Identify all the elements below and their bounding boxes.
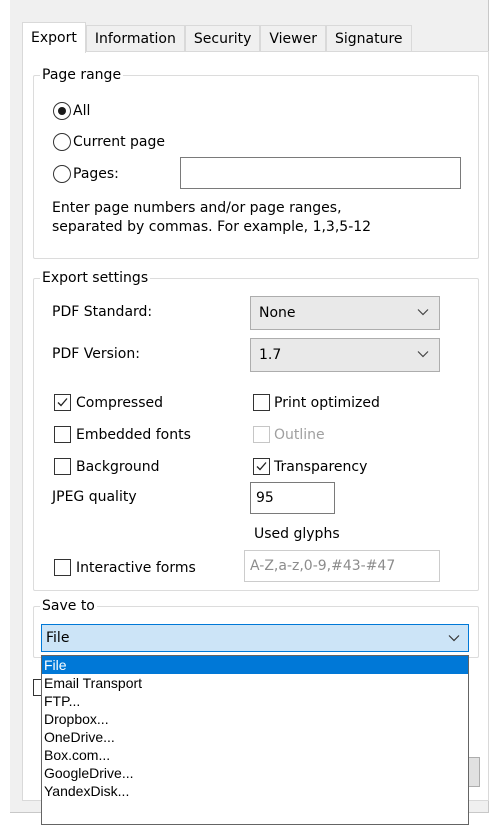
page-range-hint-line1: Enter page numbers and/or page ranges, (52, 200, 342, 216)
dropdown-option-dropbox[interactable]: Dropbox... (42, 710, 468, 728)
pdf-standard-select[interactable]: None (250, 296, 440, 330)
export-settings-legend: Export settings (40, 269, 151, 287)
save-to-legend: Save to (40, 597, 97, 615)
pages-input[interactable] (180, 157, 461, 189)
page-range-legend: Page range (40, 66, 124, 84)
interactive-forms-label[interactable]: Interactive forms (76, 559, 196, 577)
dropdown-option-email-transport[interactable]: Email Transport (42, 674, 468, 692)
compressed-label[interactable]: Compressed (76, 394, 163, 412)
background-label[interactable]: Background (76, 458, 160, 476)
checkmark-icon (256, 462, 267, 471)
transparency-checkbox[interactable] (253, 458, 270, 475)
save-to-value: File (46, 630, 70, 646)
jpeg-quality-label: JPEG quality (52, 489, 137, 505)
save-to-dropdown-list: File Email Transport FTP... Dropbox... O… (41, 655, 469, 825)
tab-export[interactable]: Export (22, 22, 86, 53)
chevron-down-icon (417, 309, 429, 316)
pdf-version-label: PDF Version: (52, 346, 140, 362)
pdf-standard-value: None (259, 305, 296, 321)
save-to-select[interactable]: File (41, 624, 469, 652)
dropdown-option-yandexdisk[interactable]: YandexDisk... (42, 782, 468, 800)
radio-pages[interactable] (53, 165, 71, 183)
chevron-down-icon (448, 635, 460, 642)
radio-current-page[interactable] (53, 133, 71, 151)
transparency-label[interactable]: Transparency (274, 458, 367, 476)
checkmark-icon (57, 398, 68, 407)
radio-all[interactable] (53, 102, 71, 120)
tab-viewer[interactable]: Viewer (260, 25, 326, 52)
chevron-down-icon (417, 351, 429, 358)
tab-security[interactable]: Security (184, 25, 261, 52)
dropdown-option-file[interactable]: File (42, 656, 468, 674)
dropdown-option-onedrive[interactable]: OneDrive... (42, 728, 468, 746)
print-optimized-label[interactable]: Print optimized (274, 394, 380, 412)
outline-checkbox (253, 426, 270, 443)
embedded-fonts-label[interactable]: Embedded fonts (76, 426, 191, 444)
page-range-hint-line2: separated by commas. For example, 1,3,5-… (52, 219, 372, 235)
compressed-checkbox[interactable] (54, 394, 71, 411)
tab-signature[interactable]: Signature (325, 25, 412, 52)
radio-current-page-label[interactable]: Current page (73, 133, 165, 151)
used-glyphs-input: A-Z,a-z,0-9,#43-#47 (244, 550, 440, 582)
outline-label: Outline (274, 427, 325, 443)
radio-all-label[interactable]: All (73, 102, 90, 120)
radio-pages-label[interactable]: Pages: (73, 165, 119, 183)
dropdown-option-ftp[interactable]: FTP... (42, 692, 468, 710)
jpeg-quality-input[interactable]: 95 (250, 482, 335, 514)
pdf-version-select[interactable]: 1.7 (250, 338, 440, 372)
print-optimized-checkbox[interactable] (253, 394, 270, 411)
radio-selected-dot (58, 107, 66, 115)
pdf-standard-label: PDF Standard: (52, 304, 153, 320)
embedded-fonts-checkbox[interactable] (54, 426, 71, 443)
used-glyphs-label: Used glyphs (254, 526, 340, 542)
pdf-version-value: 1.7 (259, 347, 282, 363)
background-checkbox[interactable] (54, 458, 71, 475)
dropdown-option-googledrive[interactable]: GoogleDrive... (42, 764, 468, 782)
interactive-forms-checkbox[interactable] (54, 559, 71, 576)
dropdown-option-box[interactable]: Box.com... (42, 746, 468, 764)
tab-information[interactable]: Information (85, 25, 185, 52)
tab-strip: Export Information Security Viewer Signa… (22, 22, 412, 53)
